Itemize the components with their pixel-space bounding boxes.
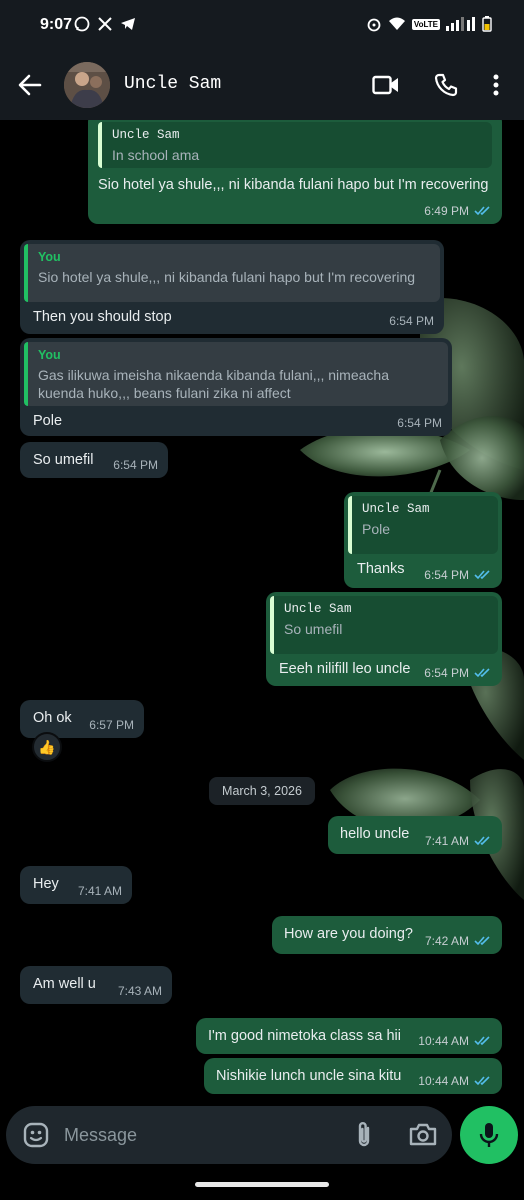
emoji-icon — [23, 1122, 49, 1148]
reaction-badge[interactable]: 👍 — [32, 732, 62, 762]
status-bar: 9:07 VoLTE — [0, 0, 524, 50]
message-input[interactable] — [64, 1120, 284, 1150]
outgoing-message[interactable]: Nishikie lunch uncle sina kitu 10:44 AM — [204, 1058, 502, 1094]
message-time: 7:41 AM — [77, 884, 122, 898]
status-time: 9:07 — [40, 16, 73, 33]
quoted-message[interactable]: Uncle Sam So umefil — [270, 596, 498, 654]
outgoing-message[interactable]: Uncle Sam So umefil Eeeh nilifill leo un… — [266, 592, 502, 686]
read-ticks-icon — [474, 936, 490, 946]
date-separator: March 3, 2026 — [209, 777, 315, 805]
telegram-icon — [121, 18, 135, 30]
quoted-text: Pole — [362, 521, 391, 537]
quoted-message[interactable]: Uncle Sam In school ama — [98, 122, 492, 168]
incoming-message[interactable]: Hey 7:41 AM — [20, 866, 132, 904]
camera-icon — [409, 1123, 437, 1146]
more-options-button[interactable] — [480, 70, 512, 100]
chat-header: Uncle Sam — [0, 50, 524, 120]
mic-icon — [479, 1123, 499, 1147]
message-time: 6:54 PM — [397, 416, 442, 430]
quoted-author: Uncle Sam — [284, 602, 352, 616]
message-time: 10:44 AM — [418, 1074, 469, 1088]
quoted-author: You — [38, 348, 61, 362]
message-time: 6:57 PM — [89, 718, 134, 732]
read-ticks-icon — [474, 668, 490, 678]
message-time: 6:54 PM — [424, 666, 469, 680]
quoted-message[interactable]: Uncle Sam Pole — [348, 496, 498, 554]
contact-name[interactable]: Uncle Sam — [124, 74, 221, 94]
message-list[interactable]: Uncle Sam In school ama Sio hotel ya shu… — [0, 120, 524, 1100]
volte-badge: VoLTE — [411, 18, 440, 30]
read-ticks-icon — [474, 1076, 490, 1086]
outgoing-message[interactable]: Uncle Sam In school ama Sio hotel ya shu… — [88, 120, 502, 224]
quoted-text: In school ama — [112, 147, 200, 163]
message-time: 7:43 AM — [117, 984, 162, 998]
incoming-message[interactable]: You Gas ilikuwa imeisha nikaenda kibanda… — [20, 338, 452, 436]
quoted-text: So umefil — [284, 621, 343, 637]
message-time: 6:49 PM — [424, 204, 469, 218]
attach-button[interactable] — [350, 1120, 378, 1150]
message-text: Then you should stop — [33, 309, 172, 325]
message-time: 7:41 AM — [424, 834, 469, 848]
outgoing-message[interactable]: I'm good nimetoka class sa hii 10:44 AM — [196, 1018, 502, 1054]
quoted-author: Uncle Sam — [362, 502, 430, 516]
message-time: 10:44 AM — [418, 1034, 469, 1048]
outgoing-message[interactable]: How are you doing? 7:42 AM — [272, 916, 502, 954]
attach-icon — [358, 1122, 370, 1147]
message-text: Pole — [33, 413, 63, 429]
outgoing-message[interactable]: Uncle Sam Pole Thanks 6:54 PM — [344, 492, 502, 588]
outgoing-message[interactable]: hello uncle 7:41 AM — [328, 816, 502, 854]
quoted-author: Uncle Sam — [112, 128, 180, 142]
video-call-icon — [372, 75, 398, 95]
quoted-message[interactable]: You Gas ilikuwa imeisha nikaenda kibanda… — [24, 342, 448, 406]
message-time: 7:42 AM — [424, 934, 469, 948]
back-button[interactable] — [14, 70, 46, 100]
message-time: 6:54 PM — [113, 458, 158, 472]
emoji-button[interactable] — [22, 1121, 50, 1149]
read-ticks-icon — [474, 570, 490, 580]
incoming-message[interactable]: Oh ok 6:57 PM — [20, 700, 144, 738]
incoming-message[interactable]: You Sio hotel ya shule,,, ni kibanda ful… — [20, 240, 444, 334]
message-time: 6:54 PM — [424, 568, 469, 582]
camera-button[interactable] — [408, 1120, 440, 1150]
message-composer — [6, 1106, 452, 1164]
read-ticks-icon — [474, 1036, 490, 1046]
x-icon — [98, 17, 112, 31]
quoted-message[interactable]: You Sio hotel ya shule,,, ni kibanda ful… — [24, 244, 440, 302]
alarm-icon — [367, 18, 381, 32]
read-ticks-icon — [474, 206, 490, 216]
message-time: 6:54 PM — [389, 314, 434, 328]
video-call-button[interactable] — [370, 70, 402, 100]
quoted-text: Sio hotel ya shule,,, ni kibanda fulani … — [38, 269, 416, 285]
more-vert-icon — [493, 74, 499, 96]
incoming-message[interactable]: Am well u 7:43 AM — [20, 966, 172, 1004]
read-ticks-icon — [474, 836, 490, 846]
whatsapp-icon — [74, 16, 90, 32]
gesture-nav-bar — [0, 1168, 524, 1200]
thumbs-up-icon: 👍 — [38, 738, 56, 755]
incoming-message[interactable]: So umefil 6:54 PM — [20, 442, 168, 478]
battery-icon — [482, 16, 492, 32]
phone-icon — [434, 73, 458, 97]
home-indicator[interactable] — [195, 1182, 329, 1187]
voice-message-button[interactable] — [460, 1106, 518, 1164]
voice-call-button[interactable] — [430, 70, 462, 100]
quoted-text: Gas ilikuwa imeisha nikaenda kibanda ful… — [38, 367, 389, 401]
avatar[interactable] — [64, 62, 110, 108]
quoted-author: You — [38, 250, 61, 264]
message-text: Sio hotel ya shule,,, ni kibanda fulani … — [98, 177, 489, 193]
signal-icon — [446, 17, 475, 31]
back-arrow-icon — [18, 74, 42, 96]
wifi-icon — [388, 17, 405, 30]
